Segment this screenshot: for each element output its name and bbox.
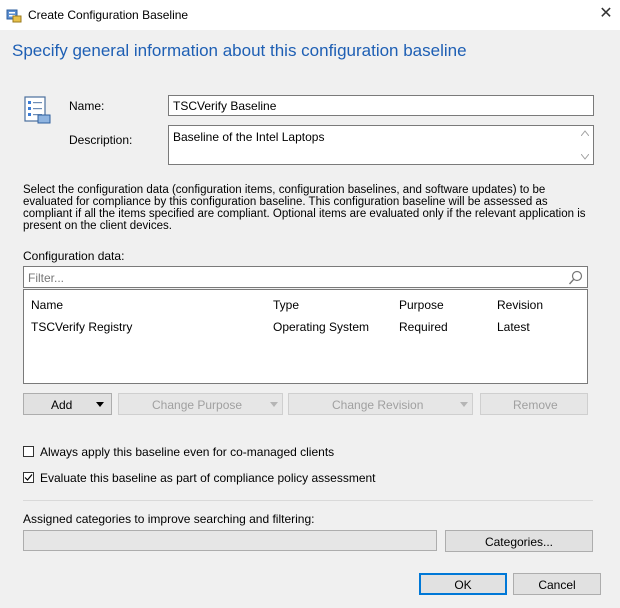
row-revision-cell: Latest bbox=[497, 320, 530, 334]
instructions-text: Select the configuration data (configura… bbox=[23, 184, 586, 232]
categories-button-label: Categories... bbox=[484, 535, 554, 549]
filter-input[interactable]: Filter... bbox=[23, 266, 588, 288]
remove-button[interactable]: Remove bbox=[480, 393, 588, 415]
description-field[interactable]: Baseline of the Intel Laptops bbox=[168, 125, 594, 165]
description-value: Baseline of the Intel Laptops bbox=[173, 130, 325, 144]
scroll-up-icon[interactable] bbox=[581, 130, 589, 136]
scroll-down-icon[interactable] bbox=[581, 154, 589, 160]
configuration-baseline-icon bbox=[6, 9, 22, 23]
column-header-revision[interactable]: Revision bbox=[497, 298, 543, 312]
configuration-data-label: Configuration data: bbox=[23, 249, 125, 263]
column-header-purpose[interactable]: Purpose bbox=[399, 298, 444, 312]
description-scrollbar[interactable] bbox=[577, 126, 593, 164]
name-field[interactable]: TSCVerify Baseline bbox=[168, 95, 594, 116]
row-type-cell: Operating System bbox=[273, 320, 370, 334]
always-apply-checkbox[interactable] bbox=[23, 446, 34, 457]
row-name-cell: TSCVerify Registry bbox=[31, 320, 133, 334]
change-revision-button[interactable]: Change Revision bbox=[288, 393, 473, 415]
categories-label: Assigned categories to improve searching… bbox=[23, 512, 315, 526]
name-value: TSCVerify Baseline bbox=[173, 99, 277, 113]
name-label: Name: bbox=[69, 99, 105, 113]
categories-field bbox=[23, 530, 437, 551]
add-button-label: Add bbox=[51, 398, 73, 412]
dropdown-arrow-icon bbox=[270, 402, 278, 407]
configuration-data-table[interactable]: Name Type Purpose Revision TSCVerify Reg… bbox=[23, 289, 588, 384]
categories-button[interactable]: Categories... bbox=[445, 530, 593, 552]
column-header-name[interactable]: Name bbox=[31, 298, 63, 312]
row-purpose-cell: Required bbox=[399, 320, 448, 334]
dropdown-arrow-icon bbox=[460, 402, 468, 407]
close-icon[interactable]: ✕ bbox=[596, 4, 616, 24]
change-revision-label: Change Revision bbox=[332, 398, 424, 412]
filter-placeholder: Filter... bbox=[28, 271, 65, 285]
remove-button-label: Remove bbox=[513, 398, 558, 412]
ok-button[interactable]: OK bbox=[419, 573, 507, 595]
always-apply-label: Always apply this baseline even for co-m… bbox=[40, 445, 335, 459]
window-title: Create Configuration Baseline bbox=[28, 8, 189, 22]
checkmark-icon bbox=[24, 474, 33, 481]
table-row[interactable]: TSCVerify Registry Operating System Requ… bbox=[24, 315, 587, 335]
change-purpose-button[interactable]: Change Purpose bbox=[118, 393, 283, 415]
evaluate-compliance-label: Evaluate this baseline as part of compli… bbox=[40, 471, 376, 485]
cancel-button-label: Cancel bbox=[538, 578, 576, 592]
evaluate-compliance-checkbox[interactable] bbox=[23, 472, 34, 483]
page-heading: Specify general information about this c… bbox=[12, 41, 467, 60]
dropdown-arrow-icon bbox=[96, 402, 104, 407]
cancel-button[interactable]: Cancel bbox=[513, 573, 601, 595]
change-purpose-label: Change Purpose bbox=[152, 398, 243, 412]
column-header-type[interactable]: Type bbox=[273, 298, 299, 312]
title-bar: Create Configuration Baseline ✕ bbox=[0, 0, 620, 30]
baseline-document-icon bbox=[24, 96, 51, 124]
separator bbox=[23, 500, 593, 501]
search-icon[interactable] bbox=[568, 270, 584, 286]
description-label: Description: bbox=[69, 133, 133, 147]
add-button[interactable]: Add bbox=[23, 393, 112, 415]
ok-button-label: OK bbox=[454, 578, 472, 592]
